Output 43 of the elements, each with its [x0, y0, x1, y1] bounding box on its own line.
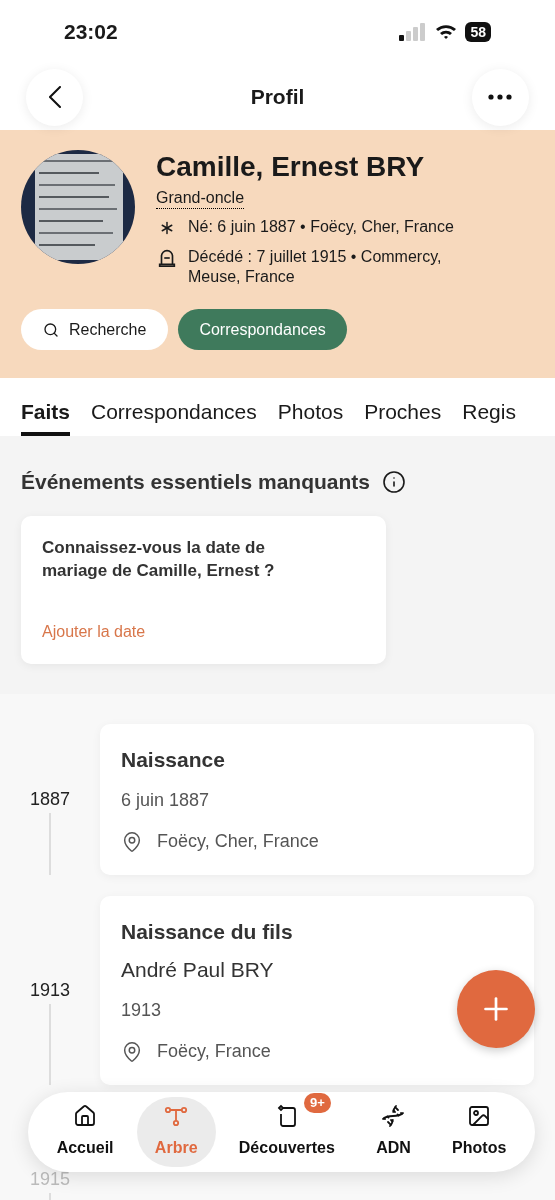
timeline-year: 1915	[29, 1168, 70, 1191]
nav-tab[interactable]: Accueil	[38, 1097, 132, 1167]
event-title: Naissance du fils	[121, 919, 293, 945]
location-pin-icon	[121, 830, 143, 853]
person-name: Camille, Ernest BRY	[156, 150, 426, 184]
status-time: 23:02	[64, 19, 118, 46]
event-date: 6 juin 1887	[121, 789, 210, 812]
relation-link[interactable]: Grand-oncle	[156, 188, 245, 209]
event-card[interactable]: Naissance du fils André Paul BRY 1913 Foëcy, France	[100, 896, 534, 1085]
more-icon	[488, 94, 513, 100]
search-button[interactable]: Recherche	[21, 309, 169, 350]
tab[interactable]: Photos	[277, 395, 344, 436]
page-title: Profil	[250, 84, 305, 111]
tombstone-icon	[156, 247, 178, 269]
image-icon	[467, 1104, 492, 1128]
tree-icon	[164, 1104, 189, 1128]
signal-icon	[399, 23, 428, 41]
notification-badge: 9+	[304, 1093, 331, 1113]
nav-tab[interactable]: Photos	[434, 1097, 525, 1167]
event-title: Naissance	[121, 746, 225, 773]
event-person: André Paul BRY	[121, 956, 274, 983]
event-card[interactable]: Naissance 6 juin 1887 Foëcy, Cher, France	[100, 723, 534, 875]
location-pin-icon	[121, 1040, 143, 1063]
suggestion-question: Connaissez-vous la date de mariage de Camille, Ernest ?	[42, 536, 276, 582]
tab[interactable]: Regis	[462, 395, 516, 436]
search-icon	[43, 321, 59, 338]
tab[interactable]: Correspondances	[91, 395, 257, 436]
event-date: 1913	[121, 999, 162, 1022]
timeline-year: 1913	[29, 979, 70, 1002]
wifi-icon	[435, 24, 458, 40]
info-icon[interactable]	[382, 469, 406, 494]
battery-indicator: 58	[465, 22, 491, 42]
life-event-text: Né: 6 juin 1887 • Foëcy, Cher, France	[188, 217, 455, 237]
life-event-text: Décédé : 7 juillet 1915 • Commercy, Meuse, France	[188, 247, 443, 287]
house-icon	[73, 1104, 98, 1128]
event-place: Foëcy, France	[157, 1040, 271, 1063]
event-place: Foëcy, Cher, France	[157, 830, 319, 853]
matches-button[interactable]: Correspondances	[178, 309, 347, 350]
timeline-year: 1887	[29, 787, 70, 811]
nav-tab[interactable]: ADN	[358, 1097, 429, 1167]
tab[interactable]: Proches	[364, 395, 442, 436]
dna-icon	[381, 1104, 406, 1128]
section-title: Événements essentiels manquants	[21, 469, 370, 495]
